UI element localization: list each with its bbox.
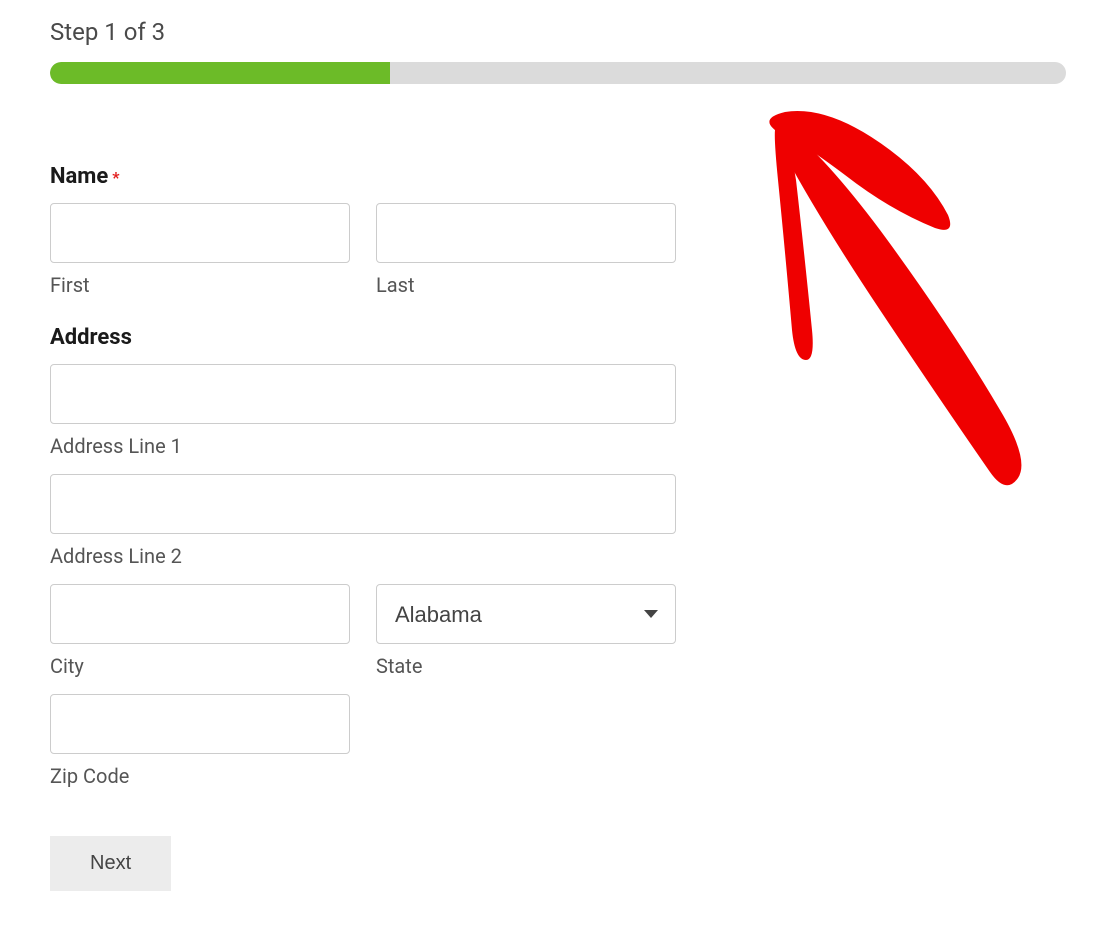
- name-group: Name * First Last: [50, 164, 1066, 297]
- address-group: Address Address Line 1 Address Line 2 Ci…: [50, 325, 1066, 788]
- state-label: State: [376, 654, 676, 678]
- city-input[interactable]: [50, 584, 350, 644]
- last-name-input[interactable]: [376, 203, 676, 263]
- progress-fill: [50, 62, 390, 84]
- last-name-label: Last: [376, 273, 676, 297]
- name-group-label: Name: [50, 164, 108, 189]
- first-name-label: First: [50, 273, 350, 297]
- address-line-1-input[interactable]: [50, 364, 676, 424]
- address-line-2-label: Address Line 2: [50, 544, 676, 568]
- state-select[interactable]: Alabama: [376, 584, 676, 644]
- next-button[interactable]: Next: [50, 836, 171, 891]
- progress-bar: [50, 62, 1066, 84]
- first-name-input[interactable]: [50, 203, 350, 263]
- address-line-2-input[interactable]: [50, 474, 676, 534]
- address-line-1-label: Address Line 1: [50, 434, 676, 458]
- required-indicator: *: [112, 168, 119, 187]
- city-label: City: [50, 654, 350, 678]
- step-indicator: Step 1 of 3: [50, 18, 1066, 46]
- address-group-label: Address: [50, 325, 132, 350]
- zip-input[interactable]: [50, 694, 350, 754]
- zip-label: Zip Code: [50, 764, 350, 788]
